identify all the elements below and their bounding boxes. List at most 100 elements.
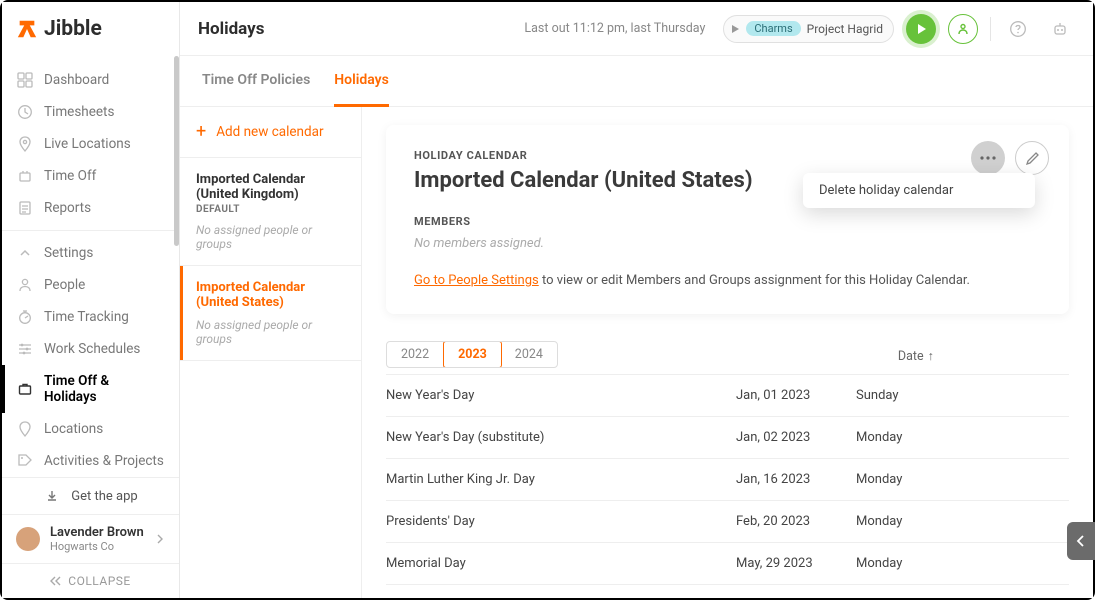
delete-calendar-option[interactable]: Delete holiday calendar: [819, 183, 1019, 198]
clock-icon: [16, 104, 34, 120]
holiday-date: Jan, 01 2023: [736, 388, 856, 403]
sidebar-item-label: Dashboard: [44, 72, 109, 88]
chevron-double-left-icon: [50, 576, 62, 586]
tab-time-off-policies[interactable]: Time Off Policies: [202, 56, 310, 106]
sidebar-item-time-tracking[interactable]: Time Tracking: [2, 301, 179, 333]
holiday-day: Monday: [856, 430, 976, 445]
holiday-name: Martin Luther King Jr. Day: [386, 472, 736, 487]
holiday-name: New Year's Day: [386, 388, 736, 403]
holiday-date: Feb, 20 2023: [736, 514, 856, 529]
dashboard-icon: [16, 72, 34, 88]
sidebar-item-time-off[interactable]: Time Off: [2, 160, 179, 192]
plus-icon: +: [196, 123, 206, 141]
table-row[interactable]: New Year's Day (substitute) Jan, 02 2023…: [386, 416, 1069, 458]
get-app-button[interactable]: Get the app: [2, 477, 179, 514]
sidebar-item-label: People: [44, 277, 85, 293]
download-icon: [43, 488, 61, 504]
holiday-date: Jan, 02 2023: [736, 430, 856, 445]
sidebar-item-label: Reports: [44, 200, 91, 216]
sidebar-item-label: Work Schedules: [44, 341, 140, 357]
sidebar-item-label: Live Locations: [44, 136, 131, 152]
calendar-item[interactable]: Imported Calendar (United Kingdom) DEFAU…: [180, 158, 361, 266]
people-icon: [16, 277, 34, 293]
sidebar-item-work-schedules[interactable]: Work Schedules: [2, 333, 179, 365]
sidebar-item-time-off-holidays[interactable]: Time Off & Holidays: [2, 365, 179, 413]
sidebar-item-settings[interactable]: Settings: [2, 237, 179, 269]
holiday-day: Sunday: [856, 388, 976, 403]
slide-panel-handle[interactable]: [1067, 522, 1095, 560]
sidebar-item-label: Time Off: [44, 168, 96, 184]
sidebar-item-timesheets[interactable]: Timesheets: [2, 96, 179, 128]
brand-name: Jibble: [44, 17, 102, 41]
add-calendar-button[interactable]: + Add new calendar: [180, 107, 361, 158]
brand-logo[interactable]: Jibble: [2, 2, 179, 56]
sidebar-item-people[interactable]: People: [2, 269, 179, 301]
sidebar-item-label: Activities & Projects: [44, 453, 164, 469]
chevron-right-icon: [155, 534, 165, 544]
sidebar-item-label: Settings: [44, 245, 93, 261]
table-row[interactable]: Presidents' Day Feb, 20 2023 Monday: [386, 500, 1069, 542]
year-option[interactable]: 2022: [387, 342, 444, 367]
calendar-title: Imported Calendar (United States): [196, 280, 345, 310]
table-row[interactable]: Memorial Day May, 29 2023 Monday: [386, 542, 1069, 584]
calendar-title: Imported Calendar (United Kingdom): [196, 172, 345, 202]
table-row[interactable]: New Year's Day Jan, 01 2023 Sunday: [386, 374, 1069, 416]
schedule-icon: [16, 341, 34, 357]
sidebar-item-reports[interactable]: Reports: [2, 192, 179, 224]
page-title: Holidays: [198, 19, 264, 39]
more-options-button[interactable]: [971, 141, 1005, 175]
table-row[interactable]: Juneteenth Jun, 19 2023 Monday: [386, 584, 1069, 598]
profile-circle-button[interactable]: [948, 14, 978, 44]
get-app-label: Get the app: [71, 489, 137, 504]
robot-button[interactable]: [1045, 14, 1075, 44]
people-settings-text: to view or edit Members and Groups assig…: [539, 273, 970, 288]
year-option[interactable]: 2023: [443, 341, 502, 368]
collapse-sidebar-button[interactable]: COLLAPSE: [2, 563, 179, 598]
members-empty-note: No members assigned.: [414, 236, 1041, 251]
user-name: Lavender Brown: [50, 525, 145, 540]
vacation-icon: [16, 168, 34, 184]
sidebar-item-live-locations[interactable]: Live Locations: [2, 128, 179, 160]
pin-icon: [16, 136, 34, 152]
user-org: Hogwarts Co: [50, 540, 145, 553]
stopwatch-icon: [16, 309, 34, 325]
sidebar-scrollbar[interactable]: [174, 56, 179, 598]
sidebar-item-label: Time Off & Holidays: [44, 373, 165, 405]
holiday-day: Monday: [856, 556, 976, 571]
holiday-name: New Year's Day (substitute): [386, 430, 736, 445]
sidebar-item-label: Timesheets: [44, 104, 114, 120]
help-button[interactable]: [1003, 14, 1033, 44]
project-selector[interactable]: Charms Project Hagrid: [723, 15, 894, 43]
date-column-header[interactable]: Date↑: [898, 349, 1018, 364]
avatar: [16, 527, 40, 551]
report-icon: [16, 200, 34, 216]
sidebar-item-activities[interactable]: Activities & Projects: [2, 445, 179, 477]
people-settings-link[interactable]: Go to People Settings: [414, 273, 539, 288]
card-section-label: HOLIDAY CALENDAR: [414, 149, 1041, 162]
briefcase-icon: [16, 381, 34, 397]
user-menu[interactable]: Lavender Brown Hogwarts Co: [2, 514, 179, 563]
year-selector: 2022 2023 2024: [386, 341, 558, 368]
add-calendar-label: Add new calendar: [216, 124, 323, 140]
members-section-label: MEMBERS: [414, 215, 1041, 228]
table-row[interactable]: Martin Luther King Jr. Day Jan, 16 2023 …: [386, 458, 1069, 500]
holiday-name: Memorial Day: [386, 556, 736, 571]
calendar-item[interactable]: Imported Calendar (United States) No ass…: [180, 266, 361, 361]
last-out-text: Last out 11:12 pm, last Thursday: [524, 21, 705, 36]
holiday-date: Jan, 16 2023: [736, 472, 856, 487]
year-option[interactable]: 2024: [501, 342, 557, 367]
holiday-name: Presidents' Day: [386, 514, 736, 529]
holiday-day: Monday: [856, 472, 976, 487]
collapse-label: COLLAPSE: [68, 574, 130, 588]
sidebar-item-label: Locations: [44, 421, 103, 437]
more-options-dropdown: Delete holiday calendar: [803, 173, 1035, 208]
sidebar-item-dashboard[interactable]: Dashboard: [2, 64, 179, 96]
sidebar-item-locations[interactable]: Locations: [2, 413, 179, 445]
calendar-subtitle: No assigned people or groups: [196, 318, 345, 346]
play-small-icon: [730, 24, 740, 34]
calendar-default-badge: DEFAULT: [196, 204, 345, 215]
edit-button[interactable]: [1015, 141, 1049, 175]
project-name: Project Hagrid: [807, 22, 883, 36]
tab-holidays[interactable]: Holidays: [334, 56, 389, 107]
clock-in-button[interactable]: [906, 14, 936, 44]
